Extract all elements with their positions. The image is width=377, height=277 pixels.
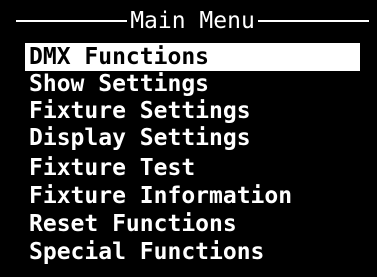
menu-title-bar: Main Menu bbox=[16, 4, 369, 38]
menu-item-fixture-test[interactable]: Fixture Test bbox=[25, 154, 360, 182]
menu-title: Main Menu bbox=[130, 8, 255, 34]
title-rule-right bbox=[257, 20, 369, 22]
menu-item-special-functions[interactable]: Special Functions bbox=[25, 238, 360, 266]
menu-item-display-settings[interactable]: Display Settings bbox=[25, 124, 360, 152]
menu-item-reset-functions[interactable]: Reset Functions bbox=[25, 210, 360, 238]
title-rule-left bbox=[16, 20, 128, 22]
menu-item-fixture-information[interactable]: Fixture Information bbox=[25, 182, 360, 210]
menu-item-show-settings[interactable]: Show Settings bbox=[25, 70, 360, 98]
lcd-menu-screen: Main Menu DMX Functions Show Settings Fi… bbox=[0, 0, 377, 277]
menu-item-fixture-settings[interactable]: Fixture Settings bbox=[25, 97, 360, 125]
menu-item-dmx-functions[interactable]: DMX Functions bbox=[25, 43, 360, 71]
